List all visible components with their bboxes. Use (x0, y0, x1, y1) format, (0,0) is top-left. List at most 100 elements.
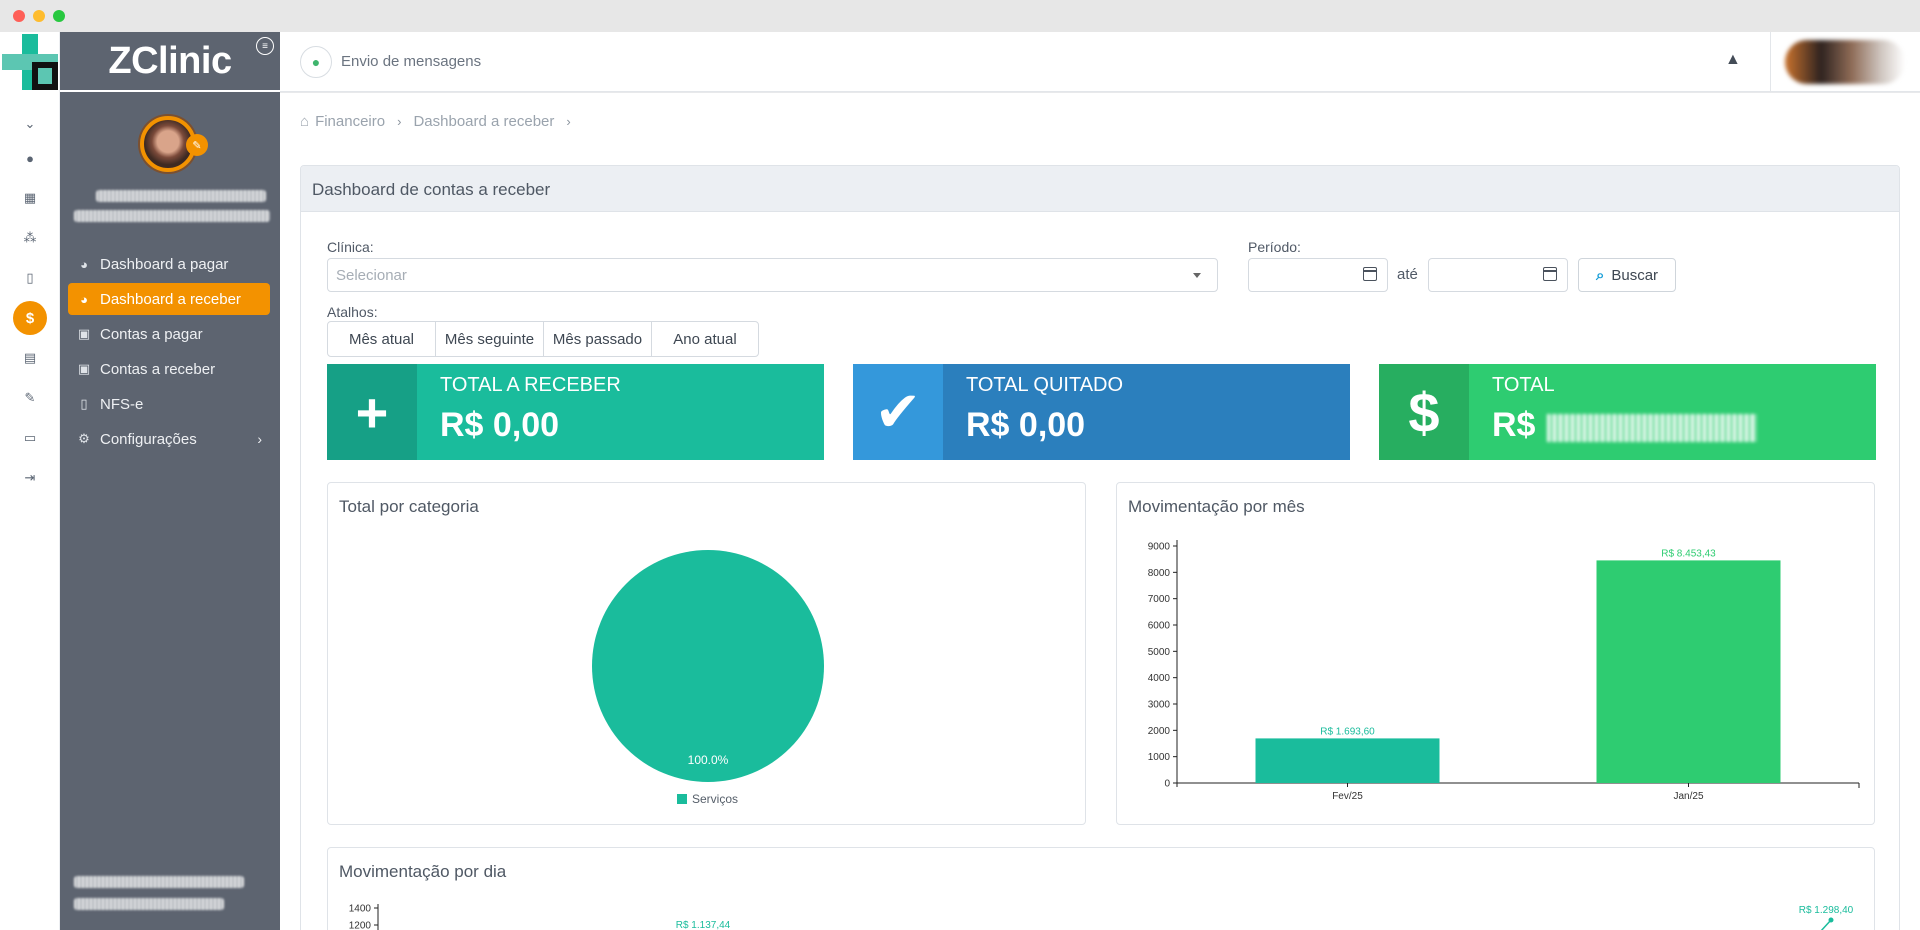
search-button[interactable]: ⌕ Buscar (1578, 258, 1676, 292)
caret-down-icon (1193, 273, 1201, 278)
home-icon[interactable]: ⌂ (300, 113, 309, 130)
shortcut-mes-seguinte[interactable]: Mês seguinte (436, 322, 544, 356)
y-tick-label: 2000 (1148, 726, 1171, 737)
stat-value: R$ 0,00 (440, 406, 560, 444)
header-divider (1770, 32, 1771, 92)
shortcuts-group: Mês atual Mês seguinte Mês passado Ano a… (327, 321, 759, 357)
shortcuts-label: Atalhos: (327, 304, 378, 320)
users-icon[interactable]: ⁂ (16, 224, 44, 252)
gears-icon: ⚙ (78, 431, 90, 446)
pie-slice-label: 100.0% (688, 753, 729, 767)
icon-rail: ⌄ ● ▦ ⁂ ▯ $ ▤ ✎ ▭ ⇥ (0, 32, 60, 930)
calendar-icon[interactable] (1543, 267, 1557, 281)
plus-icon: + (327, 364, 417, 460)
sidebar-item-label: NFS-e (100, 395, 144, 413)
money-bill-icon: ▣ (77, 361, 91, 376)
stat-value-redacted (1547, 414, 1757, 442)
stat-title: TOTAL (1492, 374, 1555, 396)
top-header: ● Envio de mensagens ▲ (280, 32, 1920, 92)
menu-toggle-icon[interactable]: ≡ (256, 37, 274, 55)
chevron-right-icon: › (397, 114, 402, 129)
shortcut-ano-atual[interactable]: Ano atual (652, 322, 758, 356)
check-icon: ✔ (853, 364, 943, 460)
page-title: Dashboard de contas a receber (301, 166, 1899, 212)
maximize-window-button[interactable] (53, 10, 65, 22)
shortcut-mes-atual[interactable]: Mês atual (328, 322, 436, 356)
minimize-window-button[interactable] (33, 10, 45, 22)
archive-icon[interactable]: ▤ (16, 344, 44, 372)
y-tick-label: 7000 (1148, 594, 1171, 605)
y-tick-label: 8000 (1148, 568, 1171, 579)
pie-slice (592, 550, 824, 782)
user-email-redacted (74, 210, 270, 222)
sidebar-item-dashboard-a-pagar[interactable]: ◕ Dashboard a pagar (68, 248, 270, 280)
breadcrumb-item-dashboard[interactable]: Dashboard a receber (413, 113, 554, 130)
dollar-icon[interactable]: $ (13, 301, 47, 335)
pie-chart-icon: ◕ (80, 256, 88, 272)
line-data-label: R$ 1.298,40 (1799, 905, 1854, 916)
clipboard-icon[interactable]: ▯ (16, 264, 44, 292)
panel-movimentacao-por-dia: Movimentação por dia 1400 1200 R$ 1.137,44… (327, 847, 1875, 930)
sidebar-item-contas-a-pagar[interactable]: ▣ Contas a pagar (68, 318, 270, 350)
sidebar-item-dashboard-a-receber[interactable]: ◕ Dashboard a receber (68, 283, 270, 315)
shortcut-mes-passado[interactable]: Mês passado (544, 322, 652, 356)
y-tick-label: 9000 (1148, 542, 1171, 553)
document-icon[interactable]: ▭ (16, 424, 44, 452)
panel-movimentacao-por-mes: Movimentação por mês 0 1000 2000 3000 4000 50… (1116, 482, 1875, 825)
x-tick-label: Jan/25 (1673, 791, 1703, 802)
brand-header: ZClinic (60, 32, 280, 92)
stat-total-a-receber: + TOTAL A RECEBER R$ 0,00 (327, 364, 824, 460)
chevron-right-icon: › (566, 114, 571, 129)
search-button-label: Buscar (1611, 266, 1659, 284)
period-end-input[interactable] (1428, 258, 1568, 292)
calendar-icon[interactable]: ▦ (16, 184, 44, 212)
main-content: ⌂ Financeiro › Dashboard a receber › Das… (280, 93, 1920, 930)
period-start-input[interactable] (1248, 258, 1388, 292)
sidebar: ZClinic ≡ ✎ ◕ Dashboard a pagar ◕ Dashbo… (60, 32, 280, 930)
chevron-down-icon[interactable]: ⌄ (16, 110, 44, 138)
sign-out-icon[interactable]: ⇥ (16, 464, 44, 492)
y-tick-label: 1200 (349, 921, 372, 930)
stat-title: TOTAL QUITADO (966, 374, 1124, 396)
panel-total-por-categoria: Total por categoria 100.0% Serviços (327, 482, 1086, 825)
line-series (1820, 919, 1832, 930)
user-circle-icon[interactable]: ● (16, 144, 44, 172)
bar-data-label: R$ 1.693,60 (1320, 726, 1375, 737)
calendar-icon[interactable] (1363, 267, 1377, 281)
user-avatar-menu[interactable] (1785, 40, 1905, 84)
stat-value: R$ (1492, 406, 1536, 444)
stat-value: R$ 0,00 (966, 406, 1086, 444)
footer-info-redacted (74, 876, 244, 888)
bell-icon[interactable]: ▲ (1725, 51, 1741, 69)
close-window-button[interactable] (13, 10, 25, 22)
clinic-select[interactable]: Selecionar (327, 258, 1218, 292)
sidebar-item-label: Dashboard a pagar (100, 255, 229, 273)
y-tick-label: 6000 (1148, 621, 1171, 632)
edit-icon[interactable]: ✎ (16, 384, 44, 412)
sidebar-item-contas-a-receber[interactable]: ▣ Contas a receber (68, 353, 270, 385)
stat-title: TOTAL A RECEBER (440, 374, 621, 396)
breadcrumb-item-financeiro[interactable]: Financeiro (315, 113, 385, 130)
x-tick-label: Fev/25 (1332, 791, 1363, 802)
zclinic-logo-icon (2, 34, 58, 90)
chat-icon[interactable]: ● (300, 46, 332, 78)
bar (1255, 738, 1440, 783)
pencil-icon[interactable]: ✎ (186, 134, 208, 156)
legend-label: Serviços (692, 792, 738, 806)
messages-link[interactable]: Envio de mensagens (341, 53, 481, 70)
y-tick-label: 5000 (1148, 647, 1171, 658)
clinic-label: Clínica: (327, 239, 374, 255)
chevron-right-icon: › (257, 431, 262, 447)
sidebar-item-configuracoes[interactable]: ⚙ Configurações › (68, 423, 270, 455)
stat-total: $ TOTAL R$ (1379, 364, 1876, 460)
sidebar-item-nfs-e[interactable]: ▯ NFS-e (68, 388, 270, 420)
window-titlebar (0, 0, 1920, 32)
until-label: até (1397, 266, 1418, 283)
bar-chart: 0 1000 2000 3000 4000 5000 6000 7000 8000 9000 R$ … (1148, 540, 1860, 802)
y-tick-label: 1000 (1148, 752, 1171, 763)
clinic-select-value: Selecionar (336, 267, 407, 284)
legend-swatch (677, 794, 687, 804)
dollar-icon: $ (1379, 364, 1469, 460)
bar-data-label: R$ 8.453,43 (1661, 548, 1716, 559)
period-label: Período: (1248, 239, 1301, 255)
